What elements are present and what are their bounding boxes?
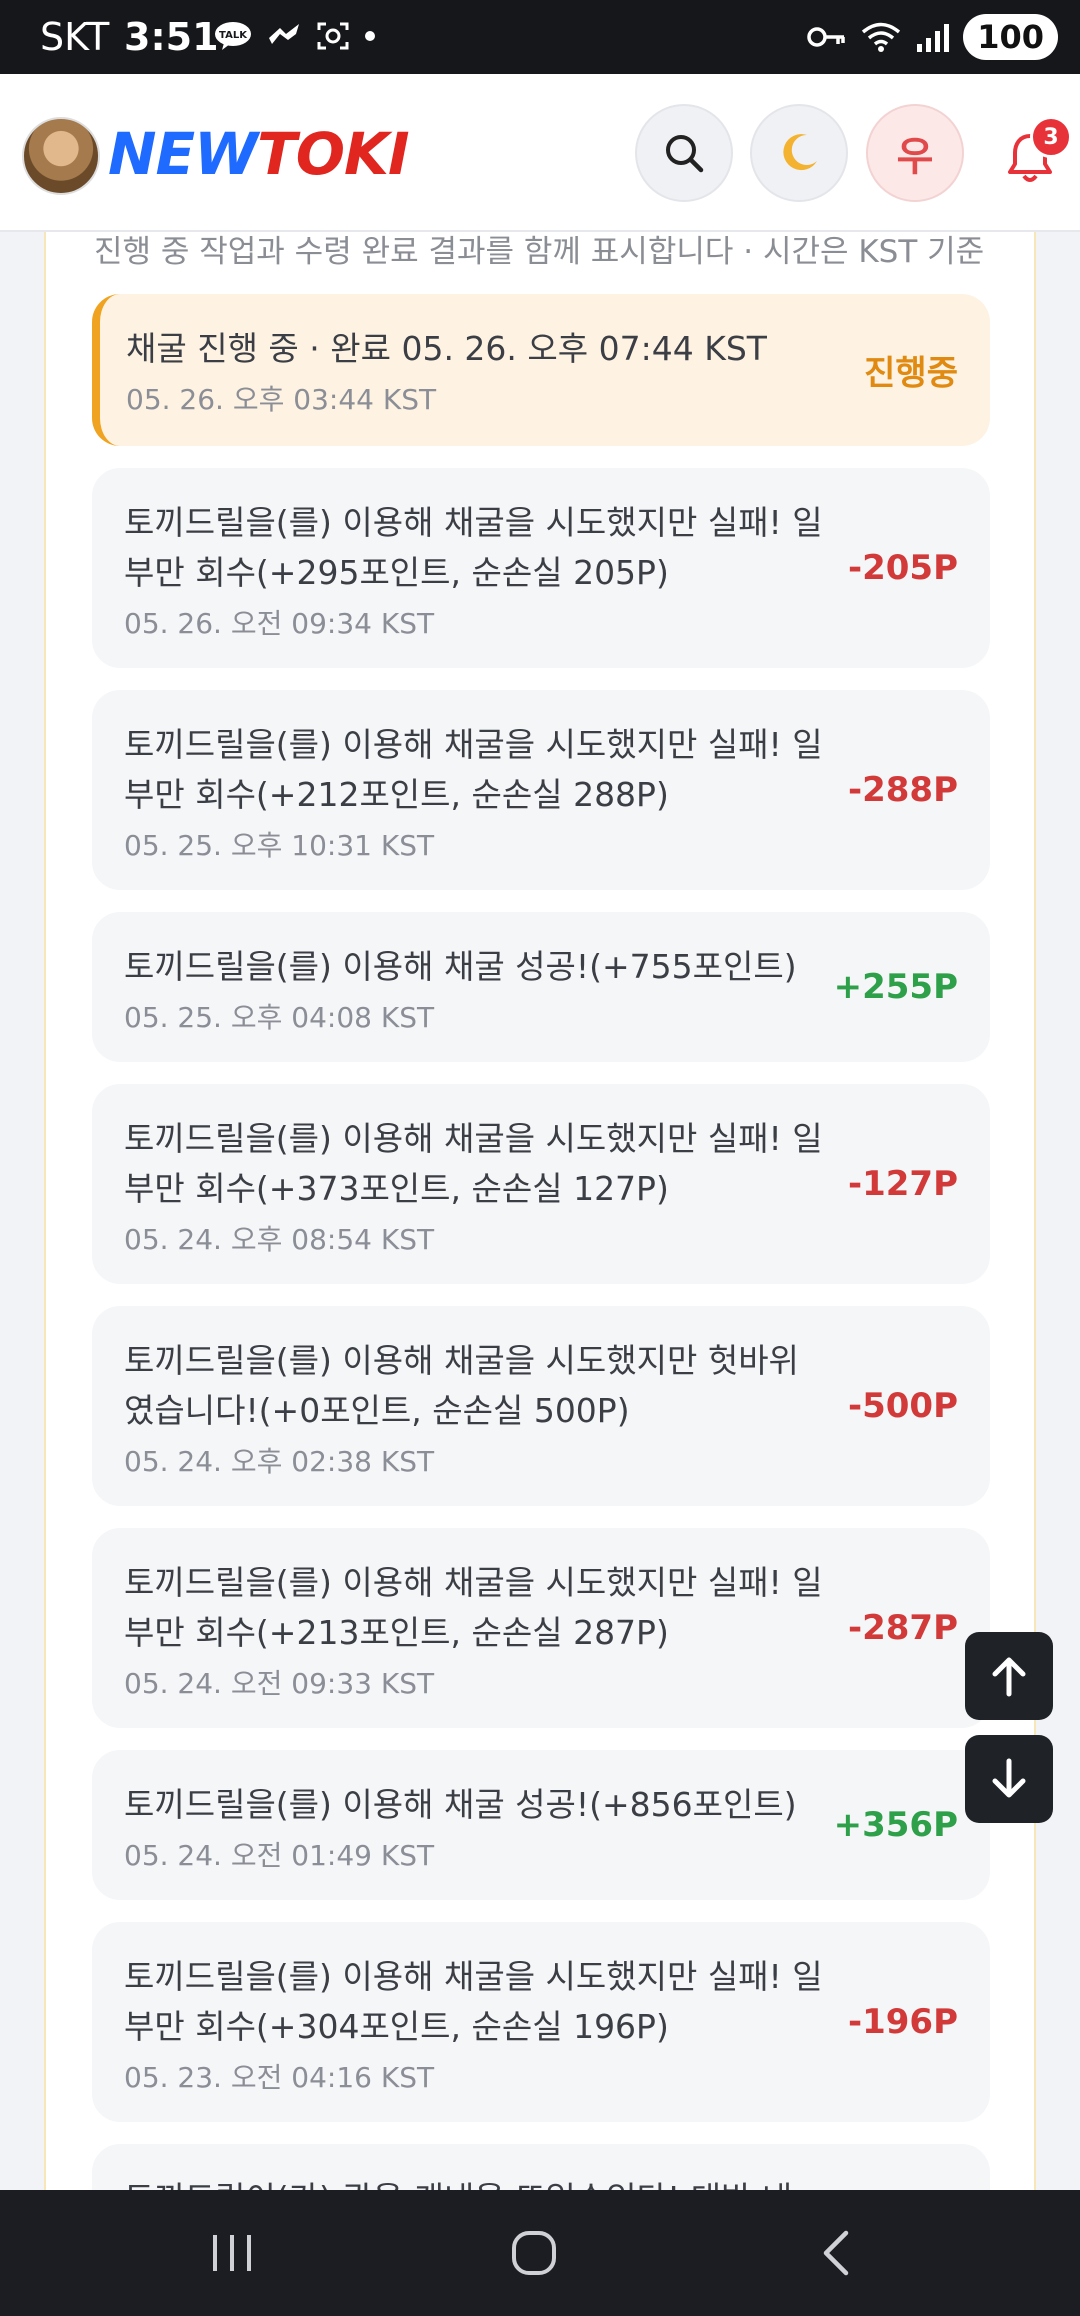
carrier-label: SKT — [40, 15, 110, 59]
user-avatar-button[interactable]: 우 — [866, 104, 964, 202]
recent-apps-icon — [213, 2235, 251, 2271]
logo-new-text: NEW — [108, 120, 258, 188]
item-amount: -127P — [847, 1164, 958, 1204]
system-icons: 100 — [807, 14, 1058, 60]
notification-icons: TALK — [214, 20, 376, 52]
item-amount: -196P — [847, 2002, 958, 2042]
site-logo[interactable]: NEWTOKI — [108, 120, 410, 188]
app-icon — [269, 24, 299, 44]
item-message: 채굴 진행 중 · 완료 05. 26. 오후 07:44 KST — [126, 329, 767, 368]
app-header: NEWTOKI 우 3 — [0, 74, 1080, 232]
scroll-to-top-button[interactable] — [965, 1632, 1053, 1720]
item-timestamp: 05. 24. 오후 08:54 KST — [124, 1223, 435, 1256]
wifi-icon — [862, 22, 901, 52]
history-item[interactable]: 토끼드릴을(를) 이용해 채굴을 시도했지만 헛바위였습니다!(+0포인트, 순… — [92, 1306, 990, 1506]
item-timestamp: 05. 24. 오후 02:38 KST — [124, 1445, 435, 1478]
notification-count-badge: 3 — [1030, 116, 1072, 158]
dot-icon — [365, 31, 375, 41]
item-message: 토끼드릴을(를) 이용해 채굴 성공!(+755포인트) — [124, 947, 797, 986]
item-amount: +356P — [833, 1805, 958, 1845]
item-timestamp: 05. 25. 오후 10:31 KST — [124, 829, 435, 862]
item-amount: -287P — [847, 1608, 958, 1648]
arrow-down-icon — [992, 1758, 1026, 1798]
item-status: 진행중 — [864, 353, 958, 394]
dark-mode-button[interactable] — [750, 104, 848, 202]
item-timestamp: 05. 26. 오전 09:34 KST — [124, 607, 435, 640]
mining-history-panel: 진행 중 작업과 수령 완료 결과를 함께 표시합니다 · 시간은 KST 기준… — [44, 232, 1036, 2192]
item-message: 토끼드릴을(를) 이용해 채굴을 시도했지만 실패! 일부만 회수(+212포인… — [124, 725, 823, 814]
clock: 3:51 — [124, 15, 219, 59]
item-amount: -288P — [847, 770, 958, 810]
logo-avatar[interactable] — [22, 117, 100, 195]
history-list: 채굴 진행 중 · 완료 05. 26. 오후 07:44 KST 05. 26… — [92, 294, 990, 2192]
item-message: 토끼드릴을(를) 이용해 채굴을 시도했지만 헛바위였습니다!(+0포인트, 순… — [124, 1341, 799, 1430]
battery-indicator: 100 — [963, 14, 1058, 60]
history-item[interactable]: 토끼드릴을(를) 이용해 채굴 성공!(+856포인트) 05. 24. 오전 … — [92, 1750, 990, 1900]
moon-icon — [783, 134, 817, 171]
item-message: 토끼드릴을(를) 이용해 채굴 성공!(+856포인트) — [124, 1785, 797, 1824]
item-amount: +255P — [833, 967, 958, 1007]
history-item[interactable]: 토끼드릴을(를) 이용해 채굴을 시도했지만 실패! 일부만 회수(+213포인… — [92, 1528, 990, 1728]
back-button[interactable] — [801, 2218, 871, 2288]
item-message: 토끼드릴을(를) 이용해 채굴을 시도했지만 실패! 일부만 회수(+373포인… — [124, 1119, 823, 1208]
status-bar: SKT 3:51 TALK 100 — [0, 0, 1080, 74]
item-timestamp: 05. 24. 오전 09:33 KST — [124, 1667, 435, 1700]
item-message: 토끼드릴을(를) 이용해 채굴을 시도했지만 실패! 일부만 회수(+213포인… — [124, 1563, 823, 1652]
item-amount: -500P — [847, 1386, 958, 1426]
signal-icon — [917, 24, 950, 52]
screenshot-icon — [317, 22, 349, 50]
logo-toki-text: TOKI — [257, 120, 409, 188]
history-item[interactable]: 토끼드릴을(를) 이용해 채굴을 시도했지만 실패! 일부만 회수(+212포인… — [92, 690, 990, 890]
item-message: 토끼드릴을(를) 이용해 채굴을 시도했지만 실패! 일부만 회수(+295포인… — [124, 503, 823, 592]
item-timestamp: 05. 23. 오전 04:16 KST — [124, 2061, 435, 2094]
scroll-to-bottom-button[interactable] — [965, 1735, 1053, 1823]
search-button[interactable] — [635, 104, 733, 202]
history-item[interactable]: 토끼드릴을(를) 이용해 채굴 성공!(+755포인트) 05. 25. 오후 … — [92, 912, 990, 1062]
history-description: 진행 중 작업과 수령 완료 결과를 함께 표시합니다 · 시간은 KST 기준 — [94, 234, 985, 270]
history-item[interactable]: 토끼드릴을(를) 이용해 채굴을 시도했지만 실패! 일부만 회수(+373포인… — [92, 1084, 990, 1284]
system-navigation-bar — [0, 2190, 1080, 2316]
item-message: 토끼드릴을(를) 이용해 채굴을 시도했지만 실패! 일부만 회수(+304포인… — [124, 1957, 823, 2046]
item-timestamp: 05. 26. 오후 03:44 KST — [126, 383, 437, 416]
back-icon — [823, 2230, 849, 2276]
history-item[interactable]: 토끼드릴이(가) 광을 캐내을 뜨일수있다! 대박 내 — [92, 2144, 990, 2192]
talk-icon: TALK — [215, 22, 251, 50]
user-initial: 우 — [896, 134, 934, 180]
history-item[interactable]: 토끼드릴을(를) 이용해 채굴을 시도했지만 실패! 일부만 회수(+295포인… — [92, 468, 990, 668]
home-button[interactable] — [499, 2218, 569, 2288]
home-icon — [512, 2231, 556, 2275]
svg-text:TALK: TALK — [219, 30, 248, 41]
history-item-in-progress[interactable]: 채굴 진행 중 · 완료 05. 26. 오후 07:44 KST 05. 26… — [92, 294, 990, 446]
search-icon — [666, 135, 704, 173]
arrow-up-icon — [992, 1657, 1026, 1697]
key-icon — [807, 27, 845, 47]
history-item[interactable]: 토끼드릴을(를) 이용해 채굴을 시도했지만 실패! 일부만 회수(+304포인… — [92, 1922, 990, 2122]
item-amount: -205P — [847, 548, 958, 588]
recent-apps-button[interactable] — [197, 2218, 267, 2288]
